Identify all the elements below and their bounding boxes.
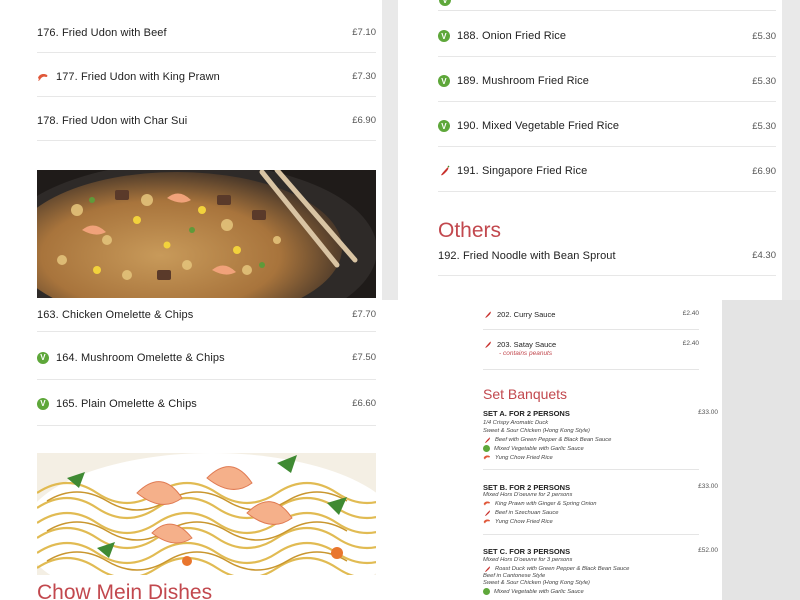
menu-item[interactable]: 177. Fried Udon with King Prawn £7.30 (37, 57, 376, 97)
menu-item-price: £7.10 (352, 27, 376, 38)
section-title: Set Banquets (483, 386, 568, 402)
banquet-price: £33.00 (698, 409, 718, 416)
prawn-icon (483, 455, 490, 460)
banquet-line: Beef in Szechuan Sauce (495, 510, 559, 516)
menu-item-name: 202. Curry Sauce (497, 310, 556, 319)
menu-item[interactable]: 203. Satay Sauce £2.40 - contains peanut… (483, 340, 699, 370)
vegetarian-icon (483, 445, 490, 452)
vegetarian-icon: V (37, 351, 49, 364)
menu-item[interactable]: V 165. Plain Omelette & Chips £6.60 (37, 382, 376, 426)
divider (483, 469, 699, 470)
banquet-line: Mixed Vegetable with Garlic Sauce (494, 588, 584, 595)
divider (483, 534, 699, 535)
divider (438, 10, 776, 11)
menu-panel-sauces: 202. Curry Sauce £2.40 203. Satay Sauce … (382, 300, 722, 600)
menu-item[interactable]: 191. Singapore Fried Rice £6.90 (438, 151, 776, 192)
menu-item-price: £5.30 (752, 30, 776, 42)
menu-item-price: £7.50 (352, 352, 376, 363)
banquet-line: Yung Chow Fried Rice (495, 518, 553, 525)
banquet-line: Sweet & Sour Chicken (Hong Kong Style) (483, 428, 590, 434)
background-strip (722, 300, 800, 600)
vegetarian-icon: V (438, 30, 450, 42)
menu-item[interactable]: V 164. Mushroom Omelette & Chips £7.50 (37, 336, 376, 380)
banquet-line: Roast Duck with Green Pepper & Black Bea… (495, 566, 630, 572)
prawn-icon (483, 519, 490, 524)
banquet-line: Mixed Hors D'oeuvre for 2 persons (483, 492, 573, 498)
banquet-title: SET C. FOR 3 PERSONS (483, 547, 571, 556)
menu-item[interactable]: V 188. Onion Fried Rice £5.30 (438, 16, 776, 57)
banquet-line: Mixed Hors D'oeuvre for 3 persons (483, 557, 573, 563)
menu-item-price: £7.70 (352, 309, 376, 320)
menu-item[interactable]: 178. Fried Udon with Char Sui £6.90 (37, 101, 376, 141)
vegetarian-icon: V (438, 120, 450, 132)
menu-item-name: 203. Satay Sauce (497, 340, 557, 349)
chili-icon (485, 566, 490, 572)
menu-panel-right: V V 188. Onion Fried Rice £5.30 V 189. M… (398, 0, 782, 300)
banquet-title: SET A. FOR 2 PERSONS (483, 409, 570, 418)
menu-item[interactable]: V 189. Mushroom Fried Rice £5.30 (438, 61, 776, 102)
chili-icon (485, 341, 491, 348)
menu-item-name: 190. Mixed Vegetable Fried Rice (457, 120, 620, 132)
menu-item-name: 188. Onion Fried Rice (457, 30, 567, 42)
prawn-icon (38, 73, 48, 81)
chili-icon (485, 437, 490, 443)
vegetarian-icon (483, 588, 490, 595)
menu-item-price: £5.30 (752, 75, 776, 87)
menu-item-price: £6.60 (352, 398, 376, 409)
banquet-line: Mixed Vegetable with Garlic Sauce (494, 445, 584, 452)
menu-item-price: £7.30 (352, 71, 376, 82)
menu-panel-left: 176. Fried Udon with Beef £7.10 177. Fri… (0, 0, 382, 600)
fried-rice-photo (37, 170, 376, 298)
menu-item[interactable]: 176. Fried Udon with Beef £7.10 (37, 13, 376, 53)
menu-item[interactable]: V 190. Mixed Vegetable Fried Rice £5.30 (438, 106, 776, 147)
menu-item-name: 191. Singapore Fried Rice (457, 165, 588, 177)
menu-item-name: 177. Fried Udon with King Prawn (56, 70, 220, 83)
banquet-title: SET B. FOR 2 PERSONS (483, 483, 571, 492)
menu-item-price: £6.90 (352, 115, 376, 126)
menu-item-name: 165. Plain Omelette & Chips (56, 397, 197, 410)
menu-item-price: £2.40 (682, 340, 699, 347)
banquet-line: Beef with Green Pepper & Black Bean Sauc… (495, 437, 612, 443)
banquet-line: Beef in Cantonese Style (483, 573, 546, 579)
menu-item[interactable]: 192. Fried Noodle with Bean Sprout £4.30 (438, 236, 776, 276)
banquet-price: £52.00 (698, 547, 718, 554)
chili-icon (485, 510, 490, 516)
menu-item-name: 176. Fried Udon with Beef (37, 26, 167, 39)
chow-mein-image (37, 453, 376, 575)
menu-item-name: 178. Fried Udon with Char Sui (37, 114, 188, 127)
banquet-price: £33.00 (698, 483, 718, 490)
section-title: Chow Mein Dishes (37, 581, 213, 600)
menu-item-name: 192. Fried Noodle with Bean Sprout (438, 249, 616, 262)
menu-item-name: 164. Mushroom Omelette & Chips (56, 351, 225, 364)
allergy-note: - contains peanuts (499, 350, 553, 357)
menu-item-name: 189. Mushroom Fried Rice (457, 75, 590, 87)
chili-icon (485, 311, 491, 318)
chili-icon (441, 165, 450, 176)
menu-item[interactable]: 202. Curry Sauce £2.40 (483, 310, 699, 330)
menu-item-name: 163. Chicken Omelette & Chips (37, 308, 194, 321)
banquet-line: Sweet & Sour Chicken (Hong Kong Style) (483, 580, 590, 586)
menu-item-price: £5.30 (752, 120, 776, 132)
banquet-line: Yung Chow Fried Rice (495, 454, 553, 461)
chow-mein-photo (37, 453, 376, 575)
banquet-line: King Prawn with Ginger & Spring Onion (495, 500, 597, 507)
vegetarian-icon: V (37, 397, 49, 410)
menu-item-price: £4.30 (752, 250, 776, 261)
fried-rice-image (37, 170, 376, 298)
menu-item-price: £6.90 (752, 165, 776, 177)
prawn-icon (483, 501, 490, 506)
banquet-line: 1/4 Crispy Aromatic Duck (483, 420, 549, 426)
vegetarian-icon: V (439, 0, 451, 6)
vegetarian-icon: V (438, 75, 450, 87)
menu-item[interactable]: 163. Chicken Omelette & Chips £7.70 (37, 298, 376, 332)
menu-item-price: £2.40 (682, 310, 699, 317)
